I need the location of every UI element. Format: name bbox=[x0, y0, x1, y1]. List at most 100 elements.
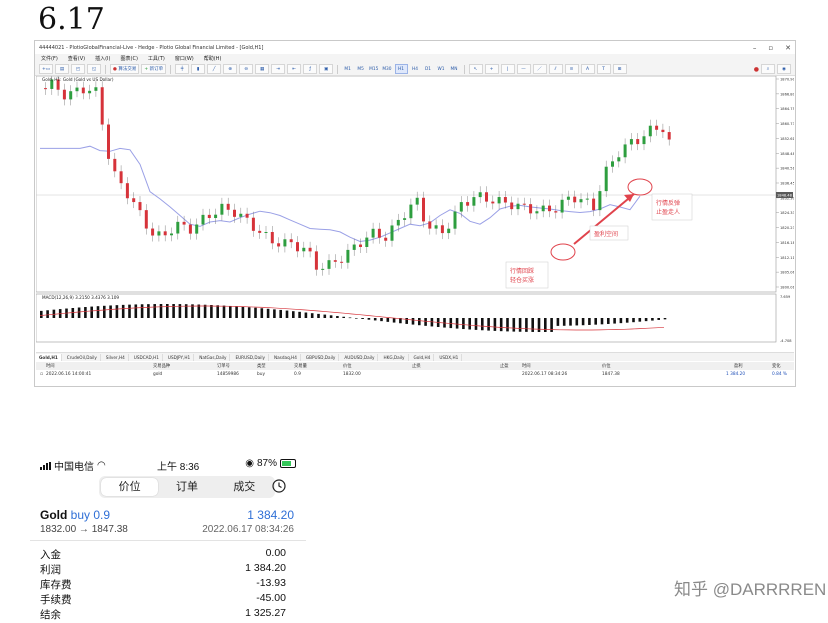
indicators-icon[interactable]: ƒ bbox=[303, 64, 318, 74]
scroll-chart-icon[interactable]: ⇥ bbox=[271, 64, 286, 74]
zoom-in-icon[interactable]: ⊕ bbox=[223, 64, 238, 74]
chart-shift-icon[interactable]: ⇤ bbox=[287, 64, 302, 74]
tab-deals[interactable]: 成交 bbox=[216, 478, 273, 496]
bar-chart-icon[interactable]: ╪ bbox=[175, 64, 190, 74]
menu-help[interactable]: 帮助(H) bbox=[204, 55, 222, 62]
position-symbol[interactable]: Gold buy 0.9 bbox=[40, 508, 110, 522]
history-clock-icon[interactable] bbox=[272, 479, 286, 493]
macd-bar bbox=[531, 318, 534, 332]
candle-body bbox=[623, 144, 627, 158]
col-price[interactable]: 价位 bbox=[343, 363, 352, 369]
tile-windows-icon[interactable]: ▦ bbox=[255, 64, 270, 74]
col-volume[interactable]: 交易量 bbox=[294, 363, 307, 369]
symbol-tab[interactable]: EURUSD,Daily bbox=[232, 353, 269, 361]
symbol-tab[interactable]: Nasdaq,H4 bbox=[271, 353, 301, 361]
signals-icon[interactable]: ◉ bbox=[777, 64, 791, 74]
tab-quotes[interactable]: 价位 bbox=[101, 478, 159, 496]
profiles-icon[interactable]: ▤ bbox=[55, 64, 70, 74]
col-profit[interactable]: 盈利 bbox=[734, 363, 743, 369]
macd-bar bbox=[556, 318, 560, 326]
symbol-tab[interactable]: HKG,Daily bbox=[380, 353, 409, 361]
price-tick-label: 1848.48 bbox=[780, 152, 794, 156]
maximize-icon[interactable]: ▫ bbox=[768, 44, 773, 52]
close-icon[interactable]: ✕ bbox=[785, 44, 791, 52]
col-sl[interactable]: 止损 bbox=[412, 363, 421, 369]
doc-title: 6.17 bbox=[38, 2, 105, 37]
timeframe-h4[interactable]: H4 bbox=[410, 65, 421, 73]
symbol-tab[interactable]: Gold,H4 bbox=[411, 353, 435, 361]
macd-bar bbox=[109, 305, 112, 318]
horizontal-line-icon[interactable]: — bbox=[516, 64, 531, 74]
col-order[interactable]: 订单号 bbox=[217, 363, 230, 369]
macd-bar bbox=[336, 316, 339, 318]
table-row[interactable]: ▫ 2022.06.16 14:00:41 gold 14859986 buy … bbox=[36, 371, 794, 379]
timeframe-d1[interactable]: D1 bbox=[423, 65, 434, 73]
line-chart-icon[interactable]: ╱ bbox=[207, 64, 222, 74]
chart-area[interactable]: 1870.90 1866.80 1864.75 1860.73 1852.61 1848.… bbox=[35, 73, 796, 348]
candle-body bbox=[503, 197, 507, 203]
candle-chart-icon[interactable]: ▮ bbox=[191, 64, 206, 74]
watermark: 知乎 @DARRRREN bbox=[674, 575, 826, 600]
text-tool-icon[interactable]: A bbox=[580, 64, 595, 74]
symbol-tab[interactable]: USDJPY,H1 bbox=[165, 353, 195, 361]
col-time[interactable]: 时间 bbox=[46, 363, 55, 369]
search-icon[interactable]: ⌕ bbox=[761, 64, 775, 74]
market-watch-icon[interactable]: ◰ bbox=[71, 64, 86, 74]
timeframe-m1[interactable]: M1 bbox=[342, 65, 353, 73]
timeframe-m5[interactable]: M5 bbox=[355, 65, 366, 73]
cursor-icon[interactable]: ↖ bbox=[468, 64, 483, 74]
timeframe-w1[interactable]: W1 bbox=[436, 65, 447, 73]
navigator-icon[interactable]: ◱ bbox=[87, 64, 102, 74]
menu-view[interactable]: 查看(V) bbox=[68, 55, 85, 62]
symbol-tab[interactable]: CrudeOil,Daily bbox=[64, 353, 101, 361]
candle-body bbox=[585, 198, 589, 200]
menu-window[interactable]: 窗口(W) bbox=[175, 55, 194, 62]
timeframe-h1[interactable]: H1 bbox=[394, 64, 408, 74]
vertical-line-icon[interactable]: | bbox=[500, 64, 515, 74]
col-change[interactable]: 变化 bbox=[772, 363, 781, 369]
menu-insert[interactable]: 插入(I) bbox=[95, 55, 110, 62]
macd-bar bbox=[575, 318, 579, 326]
trendline-icon[interactable]: ／ bbox=[532, 64, 547, 74]
candle-body bbox=[516, 203, 520, 210]
label-tool-icon[interactable]: T bbox=[596, 64, 611, 74]
crosshair-icon[interactable]: + bbox=[484, 64, 499, 74]
new-chart-button[interactable]: +▭ bbox=[39, 64, 54, 74]
symbol-tab[interactable]: USDX,H1 bbox=[436, 353, 463, 361]
auto-trading-button[interactable]: ● 算法交易 bbox=[110, 64, 140, 74]
fibonacci-icon[interactable]: ≡ bbox=[564, 64, 579, 74]
candle-body bbox=[195, 224, 199, 234]
menu-chart[interactable]: 图表(C) bbox=[121, 55, 138, 62]
timeframe-m30[interactable]: M30 bbox=[381, 65, 392, 73]
candle-body bbox=[636, 139, 640, 145]
templates-icon[interactable]: ▣ bbox=[319, 64, 334, 74]
zoom-out-icon[interactable]: ⊖ bbox=[239, 64, 254, 74]
symbol-tab[interactable]: Silver,H4 bbox=[103, 353, 129, 361]
menu-tools[interactable]: 工具(T) bbox=[148, 55, 165, 62]
tab-orders[interactable]: 订单 bbox=[158, 478, 215, 496]
minimize-icon[interactable]: – bbox=[753, 44, 757, 52]
symbol-tab[interactable]: NatGas,Daily bbox=[196, 353, 231, 361]
candle-body bbox=[428, 221, 432, 229]
symbol-tab[interactable]: USDCAD,H1 bbox=[131, 353, 163, 361]
col-close-price[interactable]: 价位 bbox=[602, 363, 611, 369]
symbol-tab[interactable]: GBPUSD,Daily bbox=[303, 353, 340, 361]
col-tp[interactable]: 止盈 bbox=[500, 363, 509, 369]
alert-icon[interactable]: ● bbox=[754, 66, 759, 73]
col-close-time[interactable]: 时间 bbox=[522, 363, 531, 369]
timeframe-mn[interactable]: MN bbox=[449, 65, 460, 73]
channel-icon[interactable]: ⫽ bbox=[548, 64, 563, 74]
new-order-button[interactable]: + 新订单 bbox=[141, 64, 167, 74]
menu-file[interactable]: 文件(F) bbox=[41, 55, 58, 62]
symbol-tab[interactable]: Gold,H1 bbox=[36, 353, 62, 361]
current-price-label: 1848.48 bbox=[777, 194, 793, 198]
summary-value: -13.93 bbox=[256, 577, 286, 589]
macd-bar bbox=[449, 318, 453, 329]
col-symbol[interactable]: 交易品种 bbox=[153, 363, 170, 369]
candle-body bbox=[251, 217, 255, 231]
timeframe-m15[interactable]: M15 bbox=[368, 65, 379, 73]
symbol-tab[interactable]: AUDUSD,Daily bbox=[341, 353, 379, 361]
candlestick-chart[interactable]: 1870.90 1866.80 1864.75 1860.73 1852.61 1848.… bbox=[35, 73, 796, 348]
col-type[interactable]: 类型 bbox=[257, 363, 266, 369]
shapes-icon[interactable]: ⊞ bbox=[612, 64, 627, 74]
